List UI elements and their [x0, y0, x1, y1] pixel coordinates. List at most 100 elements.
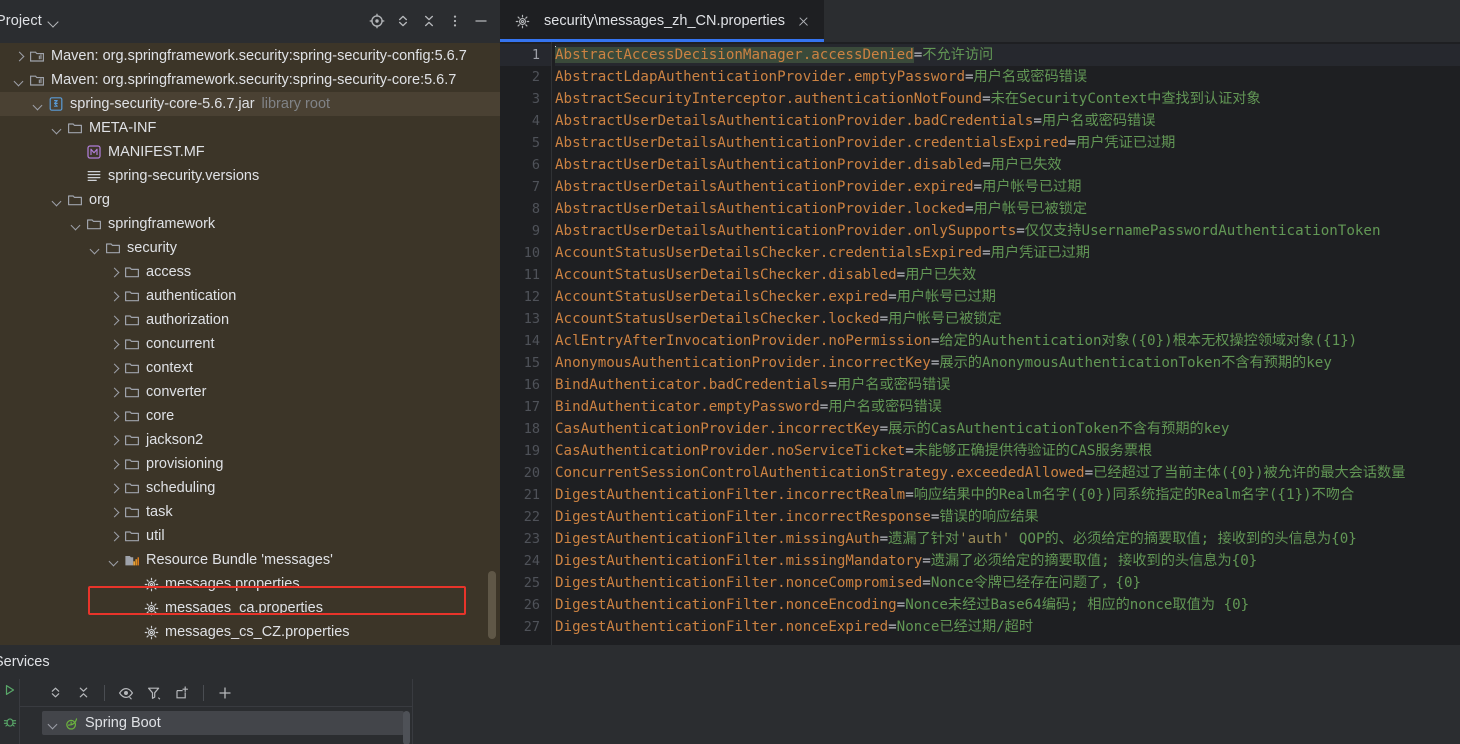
code-line[interactable]: CasAuthenticationProvider.incorrectKey=展…: [555, 418, 1460, 440]
chevron-right-icon[interactable]: [107, 433, 121, 447]
chevron-right-icon[interactable]: [107, 265, 121, 279]
chevron-right-icon[interactable]: [107, 481, 121, 495]
chevron-down-icon[interactable]: [69, 217, 83, 231]
code-line[interactable]: AccountStatusUserDetailsChecker.credenti…: [555, 242, 1460, 264]
project-tree-row[interactable]: spring-security.versions: [0, 164, 500, 188]
code-line[interactable]: DigestAuthenticationFilter.missingMandat…: [555, 550, 1460, 572]
project-tree[interactable]: Maven: org.springframework.security:spri…: [0, 43, 500, 645]
chevron-right-icon[interactable]: [107, 505, 121, 519]
code-line[interactable]: DigestAuthenticationFilter.nonceExpired=…: [555, 616, 1460, 638]
services-list[interactable]: Spring Boot: [20, 707, 412, 744]
code-line[interactable]: AbstractUserDetailsAuthenticationProvide…: [555, 154, 1460, 176]
project-tree-row[interactable]: security: [0, 236, 500, 260]
chevron-right-icon[interactable]: [12, 49, 26, 63]
chevron-right-icon[interactable]: [107, 313, 121, 327]
project-tree-row[interactable]: spring-security-core-5.6.7.jar library ro…: [0, 92, 500, 116]
chevron-down-icon[interactable]: [46, 716, 60, 730]
project-tree-row[interactable]: Maven: org.springframework.security:spri…: [0, 44, 500, 68]
project-tree-row[interactable]: util: [0, 524, 500, 548]
code-line[interactable]: DigestAuthenticationFilter.nonceCompromi…: [555, 572, 1460, 594]
code-line[interactable]: AbstractAccessDecisionManager.accessDeni…: [555, 44, 1460, 66]
code-line[interactable]: AclEntryAfterInvocationProvider.noPermis…: [555, 330, 1460, 352]
chevron-down-icon[interactable]: [47, 14, 61, 28]
project-tree-row[interactable]: provisioning: [0, 452, 500, 476]
project-tree-row[interactable]: messages_ca.properties: [0, 596, 500, 620]
add-icon[interactable]: [212, 680, 238, 706]
services-item-spring-boot[interactable]: Spring Boot: [42, 711, 404, 735]
project-tree-row[interactable]: task: [0, 500, 500, 524]
editor-code-area[interactable]: 1 2 3 4 5 6 7 8 9 10 11 12 13 14 15 16 17 18 19 20 21 22 23 24 2…: [500, 42, 1460, 645]
chevron-right-icon[interactable]: [107, 361, 121, 375]
code-line[interactable]: AbstractUserDetailsAuthenticationProvide…: [555, 132, 1460, 154]
project-tree-row[interactable]: access: [0, 260, 500, 284]
project-tree-row[interactable]: converter: [0, 380, 500, 404]
chevron-right-icon[interactable]: [107, 385, 121, 399]
code-line[interactable]: AbstractUserDetailsAuthenticationProvide…: [555, 110, 1460, 132]
code-line[interactable]: DigestAuthenticationFilter.nonceEncoding…: [555, 594, 1460, 616]
code-line[interactable]: BindAuthenticator.emptyPassword=用户名或密码错误: [555, 396, 1460, 418]
run-icon[interactable]: [3, 683, 17, 702]
project-tree-row[interactable]: messages_cs_CZ.properties: [0, 620, 500, 644]
code-line[interactable]: AccountStatusUserDetailsChecker.locked=用…: [555, 308, 1460, 330]
close-icon[interactable]: [796, 13, 812, 29]
more-options-icon[interactable]: [442, 8, 468, 34]
chevron-down-icon[interactable]: [88, 241, 102, 255]
project-tree-row[interactable]: concurrent: [0, 332, 500, 356]
locate-icon[interactable]: [364, 8, 390, 34]
project-tree-row[interactable]: authentication: [0, 284, 500, 308]
code-line[interactable]: DigestAuthenticationFilter.missingAuth=遗…: [555, 528, 1460, 550]
project-tree-row[interactable]: Maven: org.springframework.security:spri…: [0, 68, 500, 92]
project-tree-row[interactable]: jackson2: [0, 428, 500, 452]
code-line[interactable]: BindAuthenticator.badCredentials=用户名或密码错…: [555, 374, 1460, 396]
services-list-scrollbar[interactable]: [403, 711, 410, 744]
chevron-down-icon[interactable]: [107, 553, 121, 567]
project-tree-row[interactable]: scheduling: [0, 476, 500, 500]
collapse-all-icon[interactable]: [416, 8, 442, 34]
chevron-right-icon[interactable]: [107, 289, 121, 303]
project-tree-row[interactable]: META-INF: [0, 116, 500, 140]
chevron-right-icon[interactable]: [107, 529, 121, 543]
editor-text[interactable]: AbstractAccessDecisionManager.accessDeni…: [552, 42, 1460, 645]
code-line[interactable]: DigestAuthenticationFilter.incorrectResp…: [555, 506, 1460, 528]
project-title-dropdown[interactable]: Project: [0, 13, 61, 29]
project-tree-row[interactable]: org: [0, 188, 500, 212]
code-line[interactable]: AbstractSecurityInterceptor.authenticati…: [555, 88, 1460, 110]
chevron-down-icon[interactable]: [50, 193, 64, 207]
expand-all-icon[interactable]: [390, 8, 416, 34]
project-tree-row[interactable]: Resource Bundle 'messages': [0, 548, 500, 572]
code-line[interactable]: AbstractUserDetailsAuthenticationProvide…: [555, 176, 1460, 198]
code-line[interactable]: ConcurrentSessionControlAuthenticationSt…: [555, 462, 1460, 484]
chevron-down-icon[interactable]: [50, 121, 64, 135]
project-tree-row[interactable]: core: [0, 404, 500, 428]
debug-icon[interactable]: [3, 715, 17, 734]
group-icon[interactable]: [169, 680, 195, 706]
project-tree-row[interactable]: MANIFEST.MF: [0, 140, 500, 164]
properties-file-icon: [143, 576, 159, 592]
chevron-right-icon[interactable]: [107, 337, 121, 351]
project-tree-row[interactable]: context: [0, 356, 500, 380]
filter-icon[interactable]: [141, 680, 167, 706]
chevron-right-icon[interactable]: [107, 409, 121, 423]
code-line[interactable]: CasAuthenticationProvider.noServiceTicke…: [555, 440, 1460, 462]
eye-show-icon[interactable]: [113, 680, 139, 706]
code-line[interactable]: DigestAuthenticationFilter.incorrectReal…: [555, 484, 1460, 506]
code-line[interactable]: AbstractLdapAuthenticationProvider.empty…: [555, 66, 1460, 88]
project-tree-row[interactable]: messages.properties: [0, 572, 500, 596]
minimize-icon[interactable]: [468, 8, 494, 34]
code-line[interactable]: AbstractUserDetailsAuthenticationProvide…: [555, 198, 1460, 220]
editor-tab-active[interactable]: security\messages_zh_CN.properties: [500, 0, 824, 42]
equals-sign: =: [828, 377, 837, 393]
project-tree-scrollbar[interactable]: [488, 571, 496, 639]
collapse-all-icon[interactable]: [70, 680, 96, 706]
code-line[interactable]: AnonymousAuthenticationProvider.incorrec…: [555, 352, 1460, 374]
chevron-down-icon[interactable]: [12, 73, 26, 87]
chevron-right-icon[interactable]: [107, 457, 121, 471]
project-tree-row[interactable]: springframework: [0, 212, 500, 236]
expand-all-icon[interactable]: [42, 680, 68, 706]
code-line[interactable]: AccountStatusUserDetailsChecker.disabled…: [555, 264, 1460, 286]
code-line[interactable]: AccountStatusUserDetailsChecker.expired=…: [555, 286, 1460, 308]
project-tree-row[interactable]: authorization: [0, 308, 500, 332]
code-line[interactable]: AbstractUserDetailsAuthenticationProvide…: [555, 220, 1460, 242]
chevron-down-icon[interactable]: [31, 97, 45, 111]
services-body: Spring Boot: [0, 679, 1460, 744]
